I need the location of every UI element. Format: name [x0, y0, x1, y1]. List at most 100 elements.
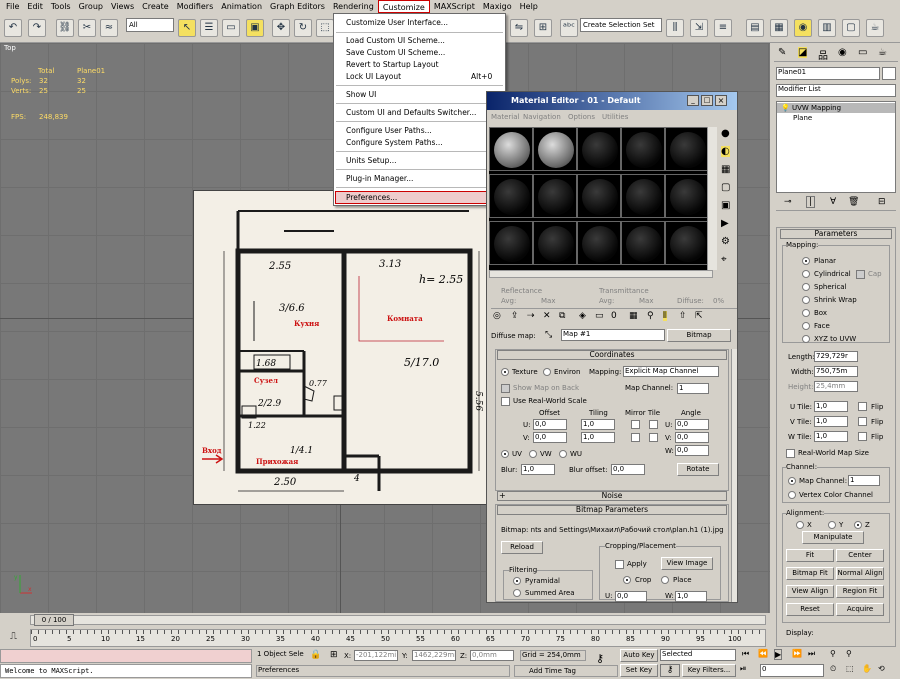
modifier-stack-base[interactable]: Plane: [793, 114, 812, 122]
floor-plan-plane[interactable]: 2.55 3.13 h= 2.55 3/6.6 Кухня Комната 5/…: [193, 190, 488, 505]
named-selection-icon[interactable]: ᵃᵇᶜ: [560, 19, 578, 37]
width-spinner[interactable]: 750,75m: [814, 366, 858, 377]
region-fit-button[interactable]: Region Fit: [836, 585, 884, 598]
menu-edit[interactable]: Edit: [23, 0, 47, 13]
menu-item-plugin-manager[interactable]: Plug-in Manager...: [346, 173, 413, 184]
sample-slot-11[interactable]: [489, 221, 533, 265]
viewport-label[interactable]: Top: [4, 44, 16, 52]
add-time-tag-button[interactable]: Add Time Tag: [514, 665, 618, 677]
planar-radio[interactable]: [802, 257, 810, 265]
menu-maxigo[interactable]: Maxigo: [479, 0, 516, 13]
set-key-button[interactable]: Set Key: [620, 664, 658, 677]
wu-radio[interactable]: [559, 450, 567, 458]
manipulate-button[interactable]: Manipulate: [802, 531, 864, 544]
select-by-material-icon[interactable]: ⌖: [721, 254, 727, 265]
lock-selection-icon[interactable]: 🔒: [310, 650, 321, 660]
align-tool-icon[interactable]: ⇲: [690, 19, 708, 37]
object-name-field[interactable]: Plane01: [776, 67, 880, 80]
create-tab-icon[interactable]: ✎: [778, 47, 786, 58]
w-tile-spinner[interactable]: 1,0: [814, 431, 848, 442]
modify-tab-icon[interactable]: ◪: [798, 47, 808, 58]
close-icon[interactable]: ×: [715, 95, 727, 106]
v-tile-spinner[interactable]: 1,0: [814, 416, 848, 427]
sample-slot-10[interactable]: [665, 174, 709, 218]
hierarchy-tab-icon[interactable]: 品: [818, 47, 828, 62]
v-flip-checkbox[interactable]: [858, 417, 867, 426]
orbit-icon[interactable]: ⟲: [878, 664, 885, 673]
window-crossing-icon[interactable]: ▣: [246, 19, 264, 37]
time-config-icon[interactable]: ⏲: [830, 664, 836, 674]
track-bar[interactable]: 0 5 10 15 20 25 30 35 40 45 50 55 60 65 …: [30, 629, 766, 647]
menu-item-preferences[interactable]: Preferences...: [346, 192, 397, 203]
view-image-button[interactable]: View Image: [661, 557, 713, 570]
bitmap-parameters-header[interactable]: Bitmap Parameters: [497, 505, 727, 515]
bulb-icon[interactable]: 💡: [781, 104, 790, 112]
sample-slot-15[interactable]: [665, 221, 709, 265]
key-filters-button[interactable]: Key Filters...: [682, 664, 736, 677]
select-object-icon[interactable]: ↖: [178, 19, 196, 37]
acquire-button[interactable]: Acquire: [836, 603, 884, 616]
sample-slot-7[interactable]: [533, 174, 577, 218]
cylindrical-radio[interactable]: [802, 270, 810, 278]
blur-offset-spinner[interactable]: 0,0: [611, 464, 645, 475]
view-align-button[interactable]: View Align: [786, 585, 834, 598]
mapping-dropdown[interactable]: Explicit Map Channel: [623, 366, 719, 377]
render-setup-icon[interactable]: ▥: [818, 19, 836, 37]
maxscript-listener-bottom[interactable]: Welcome to MAXScript.: [0, 664, 252, 678]
sample-slot-5[interactable]: [665, 127, 709, 171]
redo-icon[interactable]: ↷: [28, 19, 46, 37]
sample-slot-9[interactable]: [621, 174, 665, 218]
menu-item-revert-layout[interactable]: Revert to Startup Layout: [346, 59, 439, 70]
shrink-wrap-radio[interactable]: [802, 296, 810, 304]
u-mirror-checkbox[interactable]: [631, 420, 640, 429]
rectangular-selection-icon[interactable]: ▭: [222, 19, 240, 37]
menu-item-customize-ui[interactable]: Customize User Interface...: [346, 17, 448, 28]
select-by-name-icon[interactable]: ☰: [200, 19, 218, 37]
height-spinner[interactable]: 25,4mm: [814, 381, 858, 392]
sample-slot-3[interactable]: [577, 127, 621, 171]
move-icon[interactable]: ✥: [272, 19, 290, 37]
x-coord-field[interactable]: -201,122mi: [354, 650, 398, 661]
pick-material-icon[interactable]: ⤡: [545, 330, 552, 340]
me-menu-options[interactable]: Options: [568, 111, 595, 124]
menu-item-units-setup[interactable]: Units Setup...: [346, 155, 397, 166]
play-icon[interactable]: ▶: [774, 649, 783, 660]
coordinates-rollout-header[interactable]: Coordinates: [497, 350, 727, 360]
map-channel-spinner[interactable]: 1: [848, 475, 880, 486]
material-effects-channel-icon[interactable]: 0: [611, 311, 617, 321]
face-radio[interactable]: [802, 322, 810, 330]
map-type-button[interactable]: Bitmap: [667, 329, 731, 342]
display-tab-icon[interactable]: ▭: [858, 47, 867, 58]
key-mode-icon[interactable]: ⚷: [596, 652, 604, 665]
v-mirror-checkbox[interactable]: [631, 433, 640, 442]
use-real-world-checkbox[interactable]: [501, 397, 510, 406]
make-preview-icon[interactable]: ▶: [721, 218, 729, 229]
sample-slot-13[interactable]: [577, 221, 621, 265]
maximize-icon[interactable]: □: [701, 95, 713, 106]
menu-rendering[interactable]: Rendering: [329, 0, 378, 13]
environ-radio[interactable]: [543, 368, 551, 376]
backlight-icon[interactable]: ◐: [721, 146, 730, 157]
absolute-mode-icon[interactable]: ⊞: [330, 650, 338, 660]
configure-sets-icon[interactable]: ⊟: [878, 197, 886, 207]
apply-checkbox[interactable]: [615, 560, 624, 569]
assign-material-icon[interactable]: ⇢: [527, 311, 535, 321]
me-menu-material[interactable]: Material: [491, 111, 519, 124]
modifier-list-dropdown[interactable]: Modifier List: [776, 84, 896, 97]
go-to-parent-icon[interactable]: ⫴: [663, 311, 667, 321]
named-selection-set-field[interactable]: Create Selection Set: [580, 18, 662, 32]
material-editor-icon[interactable]: ◉: [794, 19, 812, 37]
bind-space-warp-icon[interactable]: ≈: [100, 19, 118, 37]
curve-editor-icon[interactable]: ▤: [746, 19, 764, 37]
pan-icon[interactable]: ✋: [862, 664, 872, 673]
menu-animation[interactable]: Animation: [217, 0, 266, 13]
track-bar-icon[interactable]: ⎍: [10, 631, 17, 642]
y-coord-field[interactable]: 1462,229mi: [412, 650, 456, 661]
unlink-icon[interactable]: ✂: [78, 19, 96, 37]
show-end-result-icon[interactable]: ⚲: [647, 311, 654, 321]
show-map-icon[interactable]: ▦: [629, 311, 638, 321]
v-offset-spinner[interactable]: 0,0: [533, 432, 567, 443]
sample-slot-6[interactable]: [489, 174, 533, 218]
fit-button[interactable]: Fit: [786, 549, 834, 562]
u-offset-spinner[interactable]: 0,0: [533, 419, 567, 430]
